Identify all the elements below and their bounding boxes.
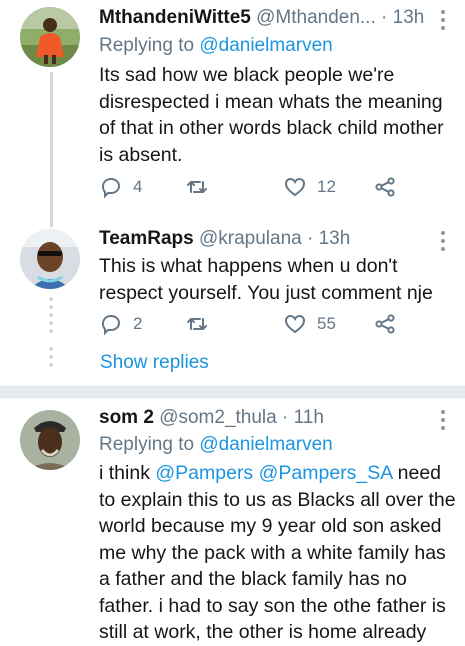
reply-icon xyxy=(101,177,121,199)
heart-icon xyxy=(284,314,306,334)
tweet-header: MthandeniWitte5 @Mthanden... · 13h xyxy=(99,6,465,30)
timestamp[interactable]: · 13h xyxy=(381,7,424,28)
tweet-actions: 2 55 xyxy=(99,312,419,340)
replying-to-user-link[interactable]: @danielmarven xyxy=(199,434,332,455)
reply-count: 2 xyxy=(133,314,143,333)
share-button[interactable] xyxy=(373,175,397,199)
tweet-text-part: need to explain this to us as Blacks all… xyxy=(99,462,456,643)
user-handle[interactable]: @Mthanden... xyxy=(256,7,376,28)
thread-line xyxy=(50,72,53,215)
share-icon xyxy=(375,314,395,334)
user-handle[interactable]: @krapulana xyxy=(199,228,302,249)
thread-line xyxy=(50,215,53,227)
replying-to: Replying to @danielmarven xyxy=(99,433,333,457)
retweet-icon xyxy=(187,181,207,193)
retweet-button[interactable] xyxy=(185,312,219,336)
replying-to-label: Replying to xyxy=(99,35,200,56)
like-count: 55 xyxy=(317,314,336,333)
more-vertical-icon[interactable] xyxy=(441,410,445,434)
reply-button[interactable]: 2 xyxy=(99,312,142,336)
avatar[interactable] xyxy=(20,410,80,470)
display-name[interactable]: som 2 xyxy=(99,407,154,428)
mention-link[interactable]: @Pampers xyxy=(155,462,253,484)
timestamp[interactable]: · 13h xyxy=(307,228,350,249)
like-button[interactable]: 12 xyxy=(283,175,336,199)
timestamp[interactable]: · 11h xyxy=(282,407,324,428)
retweet-icon xyxy=(187,318,207,330)
mention-link[interactable]: @Pampers_SA xyxy=(259,462,393,484)
display-name[interactable]: MthandeniWitte5 xyxy=(99,7,251,28)
tweet-text: This is what happens when u don't respec… xyxy=(99,255,433,304)
replying-to-user-link[interactable]: @danielmarven xyxy=(199,35,332,56)
share-button[interactable] xyxy=(373,312,397,336)
replying-to: Replying to @danielmarven xyxy=(99,34,333,58)
tweet-header: TeamRaps @krapulana · 13h xyxy=(99,227,465,251)
more-vertical-icon[interactable] xyxy=(441,10,445,34)
avatar[interactable] xyxy=(20,7,80,67)
avatar[interactable] xyxy=(20,229,80,289)
thread-dots xyxy=(49,297,53,337)
display-name[interactable]: TeamRaps xyxy=(99,228,194,249)
show-replies-link[interactable]: Show replies xyxy=(100,352,209,374)
like-button[interactable]: 55 xyxy=(283,312,336,336)
tweet-teamraps[interactable]: TeamRaps @krapulana · 13h This is what h… xyxy=(0,215,465,380)
tweet-som2[interactable]: som 2 @som2_thula · 11h Replying to @dan… xyxy=(0,398,465,643)
reply-icon xyxy=(101,314,121,336)
tweet-mthandeniwitte5[interactable]: MthandeniWitte5 @Mthanden... · 13h Reply… xyxy=(0,0,465,215)
tweet-text: i think @Pampers @Pampers_SA need to exp… xyxy=(99,460,457,646)
more-vertical-icon[interactable] xyxy=(441,231,445,255)
conversation-separator xyxy=(0,386,465,398)
thread-dots-lower xyxy=(49,347,53,371)
retweet-button[interactable] xyxy=(185,175,219,199)
like-count: 12 xyxy=(317,177,336,196)
replying-to-label: Replying to xyxy=(99,434,200,455)
tweet-actions: 4 12 xyxy=(99,175,419,203)
user-handle[interactable]: @som2_thula xyxy=(159,407,277,428)
share-icon xyxy=(375,177,395,197)
tweet-text-part: i think xyxy=(99,462,156,484)
reply-button[interactable]: 4 xyxy=(99,175,142,199)
tweet-text: Its sad how we black people we're disres… xyxy=(99,64,444,166)
heart-icon xyxy=(284,177,306,197)
reply-count: 4 xyxy=(133,177,143,196)
tweet-header: som 2 @som2_thula · 11h xyxy=(99,406,465,430)
